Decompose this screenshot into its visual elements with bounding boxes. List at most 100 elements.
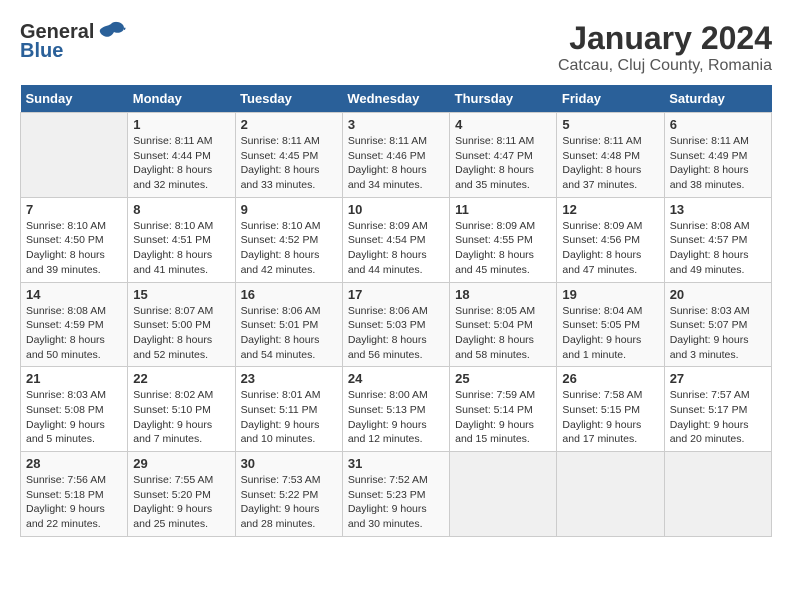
column-header-thursday: Thursday: [450, 85, 557, 113]
sunrise-text: Sunrise: 8:06 AM: [348, 305, 428, 317]
day-info: Sunrise: 8:09 AM Sunset: 4:56 PM Dayligh…: [562, 219, 658, 278]
sunset-text: Sunset: 5:07 PM: [670, 319, 748, 331]
sunrise-text: Sunrise: 8:11 AM: [670, 135, 749, 147]
sunset-text: Sunset: 4:44 PM: [133, 150, 211, 162]
daylight-text: Daylight: 8 hours and 45 minutes.: [455, 249, 534, 276]
daylight-text: Daylight: 9 hours and 20 minutes.: [670, 419, 749, 446]
calendar-cell: 9 Sunrise: 8:10 AM Sunset: 4:52 PM Dayli…: [235, 197, 342, 282]
day-info: Sunrise: 8:07 AM Sunset: 5:00 PM Dayligh…: [133, 304, 229, 363]
daylight-text: Daylight: 9 hours and 1 minute.: [562, 334, 641, 361]
day-info: Sunrise: 8:10 AM Sunset: 4:50 PM Dayligh…: [26, 219, 122, 278]
sunset-text: Sunset: 5:10 PM: [133, 404, 211, 416]
day-info: Sunrise: 8:03 AM Sunset: 5:07 PM Dayligh…: [670, 304, 766, 363]
sunset-text: Sunset: 4:54 PM: [348, 234, 426, 246]
day-number: 19: [562, 287, 658, 302]
day-info: Sunrise: 8:11 AM Sunset: 4:44 PM Dayligh…: [133, 134, 229, 193]
calendar-cell: 14 Sunrise: 8:08 AM Sunset: 4:59 PM Dayl…: [21, 282, 128, 367]
logo-bird-icon: [96, 20, 126, 44]
sunset-text: Sunset: 4:45 PM: [241, 150, 319, 162]
day-info: Sunrise: 8:08 AM Sunset: 4:57 PM Dayligh…: [670, 219, 766, 278]
calendar-cell: 17 Sunrise: 8:06 AM Sunset: 5:03 PM Dayl…: [342, 282, 449, 367]
sunrise-text: Sunrise: 8:11 AM: [241, 135, 320, 147]
day-number: 4: [455, 117, 551, 132]
sunset-text: Sunset: 5:03 PM: [348, 319, 426, 331]
calendar-week-row: 14 Sunrise: 8:08 AM Sunset: 4:59 PM Dayl…: [21, 282, 772, 367]
calendar-cell: 1 Sunrise: 8:11 AM Sunset: 4:44 PM Dayli…: [128, 113, 235, 198]
sunset-text: Sunset: 4:57 PM: [670, 234, 748, 246]
sunset-text: Sunset: 4:50 PM: [26, 234, 104, 246]
sunrise-text: Sunrise: 8:11 AM: [133, 135, 212, 147]
daylight-text: Daylight: 9 hours and 12 minutes.: [348, 419, 427, 446]
column-header-friday: Friday: [557, 85, 664, 113]
sunset-text: Sunset: 4:56 PM: [562, 234, 640, 246]
calendar-cell: 25 Sunrise: 7:59 AM Sunset: 5:14 PM Dayl…: [450, 367, 557, 452]
day-number: 31: [348, 456, 444, 471]
day-number: 6: [670, 117, 766, 132]
day-number: 21: [26, 371, 122, 386]
sunset-text: Sunset: 5:05 PM: [562, 319, 640, 331]
sunrise-text: Sunrise: 8:09 AM: [455, 220, 535, 232]
day-number: 8: [133, 202, 229, 217]
calendar-cell: 28 Sunrise: 7:56 AM Sunset: 5:18 PM Dayl…: [21, 452, 128, 537]
day-info: Sunrise: 8:11 AM Sunset: 4:47 PM Dayligh…: [455, 134, 551, 193]
sunrise-text: Sunrise: 8:11 AM: [455, 135, 534, 147]
column-header-wednesday: Wednesday: [342, 85, 449, 113]
calendar-header-row: SundayMondayTuesdayWednesdayThursdayFrid…: [21, 85, 772, 113]
calendar-cell: 20 Sunrise: 8:03 AM Sunset: 5:07 PM Dayl…: [664, 282, 771, 367]
sunrise-text: Sunrise: 8:09 AM: [348, 220, 428, 232]
day-number: 16: [241, 287, 337, 302]
sunset-text: Sunset: 4:49 PM: [670, 150, 748, 162]
sunrise-text: Sunrise: 7:58 AM: [562, 389, 642, 401]
sunrise-text: Sunrise: 7:53 AM: [241, 474, 321, 486]
calendar-cell: 10 Sunrise: 8:09 AM Sunset: 4:54 PM Dayl…: [342, 197, 449, 282]
daylight-text: Daylight: 8 hours and 34 minutes.: [348, 164, 427, 191]
calendar-cell: 11 Sunrise: 8:09 AM Sunset: 4:55 PM Dayl…: [450, 197, 557, 282]
daylight-text: Daylight: 9 hours and 7 minutes.: [133, 419, 212, 446]
daylight-text: Daylight: 8 hours and 49 minutes.: [670, 249, 749, 276]
calendar-cell: 24 Sunrise: 8:00 AM Sunset: 5:13 PM Dayl…: [342, 367, 449, 452]
sunset-text: Sunset: 5:15 PM: [562, 404, 640, 416]
calendar-cell: 4 Sunrise: 8:11 AM Sunset: 4:47 PM Dayli…: [450, 113, 557, 198]
daylight-text: Daylight: 8 hours and 50 minutes.: [26, 334, 105, 361]
sunrise-text: Sunrise: 8:02 AM: [133, 389, 213, 401]
sunrise-text: Sunrise: 8:09 AM: [562, 220, 642, 232]
day-number: 17: [348, 287, 444, 302]
column-header-tuesday: Tuesday: [235, 85, 342, 113]
sunset-text: Sunset: 5:01 PM: [241, 319, 319, 331]
sunrise-text: Sunrise: 7:57 AM: [670, 389, 750, 401]
sunset-text: Sunset: 4:52 PM: [241, 234, 319, 246]
calendar-cell: 31 Sunrise: 7:52 AM Sunset: 5:23 PM Dayl…: [342, 452, 449, 537]
daylight-text: Daylight: 9 hours and 22 minutes.: [26, 503, 105, 530]
daylight-text: Daylight: 8 hours and 41 minutes.: [133, 249, 212, 276]
calendar-cell: 30 Sunrise: 7:53 AM Sunset: 5:22 PM Dayl…: [235, 452, 342, 537]
calendar-cell: 23 Sunrise: 8:01 AM Sunset: 5:11 PM Dayl…: [235, 367, 342, 452]
day-number: 22: [133, 371, 229, 386]
day-info: Sunrise: 7:59 AM Sunset: 5:14 PM Dayligh…: [455, 388, 551, 447]
daylight-text: Daylight: 9 hours and 28 minutes.: [241, 503, 320, 530]
sunset-text: Sunset: 5:17 PM: [670, 404, 748, 416]
day-number: 11: [455, 202, 551, 217]
sunrise-text: Sunrise: 8:03 AM: [26, 389, 106, 401]
daylight-text: Daylight: 8 hours and 56 minutes.: [348, 334, 427, 361]
daylight-text: Daylight: 9 hours and 5 minutes.: [26, 419, 105, 446]
day-info: Sunrise: 8:06 AM Sunset: 5:01 PM Dayligh…: [241, 304, 337, 363]
header: General Blue January 2024 Catcau, Cluj C…: [20, 20, 772, 75]
calendar-cell: 7 Sunrise: 8:10 AM Sunset: 4:50 PM Dayli…: [21, 197, 128, 282]
day-info: Sunrise: 8:10 AM Sunset: 4:52 PM Dayligh…: [241, 219, 337, 278]
day-number: 14: [26, 287, 122, 302]
calendar-week-row: 28 Sunrise: 7:56 AM Sunset: 5:18 PM Dayl…: [21, 452, 772, 537]
sunset-text: Sunset: 5:20 PM: [133, 489, 211, 501]
day-info: Sunrise: 7:58 AM Sunset: 5:15 PM Dayligh…: [562, 388, 658, 447]
sunrise-text: Sunrise: 8:11 AM: [562, 135, 641, 147]
calendar-cell: 2 Sunrise: 8:11 AM Sunset: 4:45 PM Dayli…: [235, 113, 342, 198]
daylight-text: Daylight: 9 hours and 25 minutes.: [133, 503, 212, 530]
day-info: Sunrise: 8:11 AM Sunset: 4:46 PM Dayligh…: [348, 134, 444, 193]
sunset-text: Sunset: 5:22 PM: [241, 489, 319, 501]
sunset-text: Sunset: 5:23 PM: [348, 489, 426, 501]
title-area: January 2024 Catcau, Cluj County, Romani…: [558, 20, 772, 75]
sunset-text: Sunset: 5:14 PM: [455, 404, 533, 416]
sunrise-text: Sunrise: 7:56 AM: [26, 474, 106, 486]
sunrise-text: Sunrise: 8:06 AM: [241, 305, 321, 317]
sunrise-text: Sunrise: 7:52 AM: [348, 474, 428, 486]
calendar-week-row: 1 Sunrise: 8:11 AM Sunset: 4:44 PM Dayli…: [21, 113, 772, 198]
